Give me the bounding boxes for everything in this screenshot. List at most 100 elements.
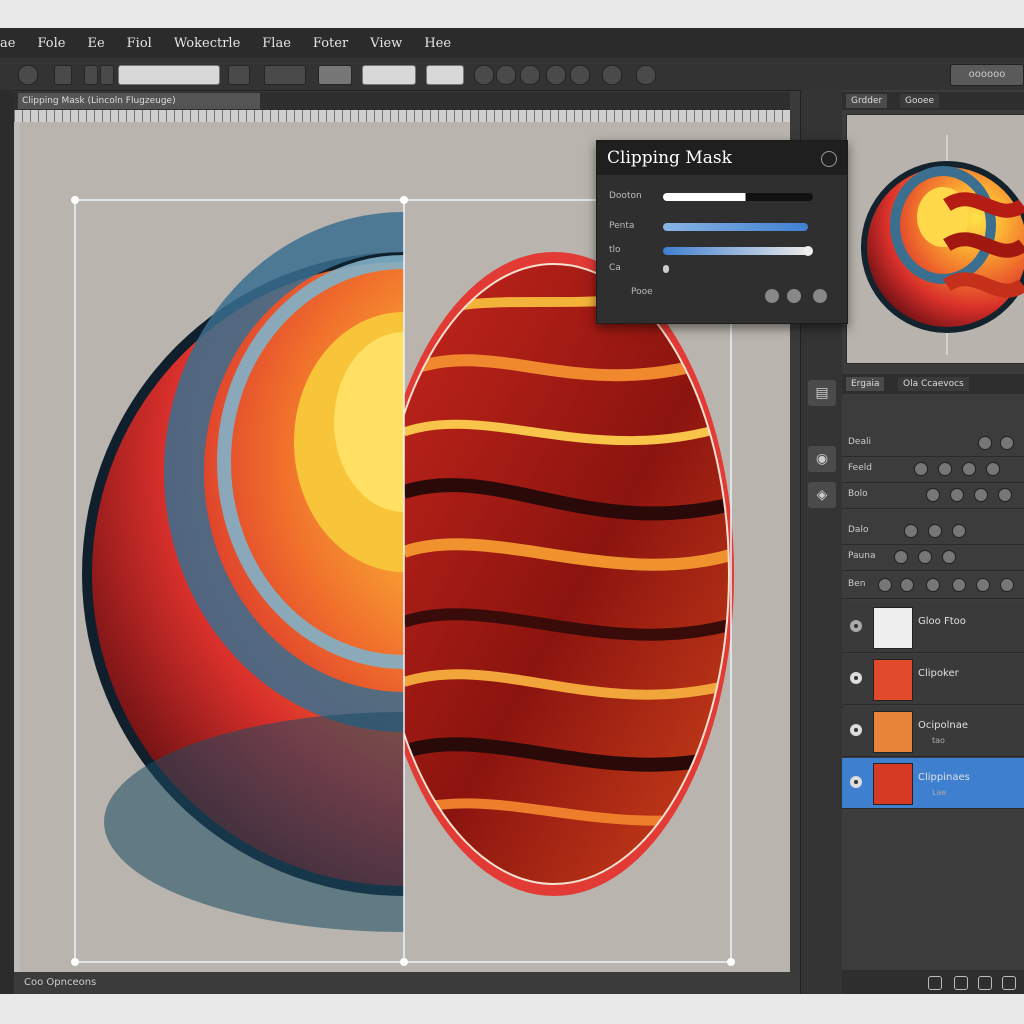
option-circle-7[interactable]: [636, 65, 656, 85]
layer-field-row: Feeld: [842, 456, 1024, 483]
opacity-option-icon[interactable]: [1000, 436, 1014, 450]
prop-icon-5c[interactable]: [942, 550, 956, 564]
option-circle-6[interactable]: [602, 65, 622, 85]
prop-icon-6b[interactable]: [900, 578, 914, 592]
layer-subtitle: Lae: [932, 788, 947, 797]
navigator-preview[interactable]: [846, 114, 1024, 364]
visibility-eye-icon[interactable]: [850, 672, 862, 684]
dialog-option-icon-2[interactable]: [787, 289, 801, 303]
menu-item-view[interactable]: View: [370, 36, 402, 51]
lock-image-icon[interactable]: [938, 462, 952, 476]
document-tab-bar: Clipping Mask (Lincoln Flugzeuge): [14, 92, 790, 110]
clipping-mask-dialog[interactable]: Clipping Mask Dooton Penta tlo Ca Pooe: [596, 140, 848, 324]
option-circle-3[interactable]: [520, 65, 540, 85]
prop-icon-6a[interactable]: [878, 578, 892, 592]
menu-item-4[interactable]: Fiol: [127, 36, 152, 51]
dialog-row-label-3: tlo: [609, 245, 621, 255]
visibility-eye-icon[interactable]: [850, 620, 862, 632]
option-field-2[interactable]: [362, 65, 416, 85]
option-circle-4[interactable]: [546, 65, 566, 85]
menu-item-6[interactable]: Flae: [262, 36, 291, 51]
option-button-1[interactable]: [54, 65, 72, 85]
menu-item-filter[interactable]: Foter: [313, 36, 348, 51]
add-style-icon[interactable]: [954, 976, 968, 990]
dialog-row-label-4: Ca: [609, 263, 621, 273]
tab-channels[interactable]: Ola Ccaevocs: [898, 377, 969, 391]
document-tab[interactable]: Clipping Mask (Lincoln Flugzeuge): [18, 93, 260, 109]
lock-transparent-icon[interactable]: [914, 462, 928, 476]
dock-adjust-icon[interactable]: ◉: [808, 446, 836, 472]
prop-icon-4b[interactable]: [928, 524, 942, 538]
option-button-3[interactable]: [100, 65, 114, 85]
options-bar: [0, 58, 1024, 91]
layer-thumbnail: [873, 607, 913, 649]
workspace-button[interactable]: oooooo: [950, 64, 1024, 86]
option-button-2[interactable]: [84, 65, 98, 85]
dialog-close-icon[interactable]: [821, 151, 837, 167]
prop-icon-4c[interactable]: [952, 524, 966, 538]
option-button-4[interactable]: [228, 65, 250, 85]
layer-row[interactable]: Clipoker: [842, 654, 1024, 705]
dialog-option-icon-1[interactable]: [765, 289, 779, 303]
dock-layers-icon[interactable]: ▤: [808, 380, 836, 406]
layer-thumbnail: [873, 763, 913, 805]
visibility-eye-icon[interactable]: [850, 776, 862, 788]
dialog-slider-2[interactable]: [663, 223, 808, 231]
dialog-option-icon-3[interactable]: [813, 289, 827, 303]
layers-panel-header: Ergaia Ola Ccaevocs: [842, 374, 1024, 394]
option-button-5[interactable]: [264, 65, 306, 85]
menu-item-help[interactable]: Hee: [424, 36, 451, 51]
tab-histogram[interactable]: Gooee: [900, 94, 940, 108]
prop-icon-4a[interactable]: [904, 524, 918, 538]
prop-icon-6c[interactable]: [926, 578, 940, 592]
fill-icon-3[interactable]: [974, 488, 988, 502]
navigator-tabs: Grdder Gooee: [842, 92, 1024, 110]
menu-item-file[interactable]: Fole: [37, 36, 65, 51]
layer-thumbnail: [873, 659, 913, 701]
lock-all-icon[interactable]: [986, 462, 1000, 476]
dialog-row-label-2: Penta: [609, 221, 635, 231]
prop-icon-6f[interactable]: [1000, 578, 1014, 592]
layer-row[interactable]: Gloo Ftoo: [842, 602, 1024, 653]
menu-item-workspace[interactable]: Wokectrle: [174, 36, 240, 51]
option-circle-5[interactable]: [570, 65, 590, 85]
prop-icon-6e[interactable]: [976, 578, 990, 592]
option-field-1[interactable]: [118, 65, 220, 85]
prop-icon-5a[interactable]: [894, 550, 908, 564]
prop-label-4: Dalo: [848, 525, 869, 535]
visibility-eye-icon[interactable]: [850, 724, 862, 736]
menu-item-edit[interactable]: Ee: [87, 36, 104, 51]
prop-icon-6d[interactable]: [952, 578, 966, 592]
tools-panel[interactable]: [0, 90, 14, 994]
delete-layer-icon[interactable]: [1002, 976, 1016, 990]
prop-icon-5b[interactable]: [918, 550, 932, 564]
dialog-slider-3[interactable]: [663, 247, 808, 255]
layer-name: Gloo Ftoo: [918, 616, 966, 627]
option-button-6[interactable]: [318, 65, 352, 85]
link-layers-icon[interactable]: [928, 976, 942, 990]
dialog-slider-1[interactable]: [663, 193, 813, 201]
fill-icon-1[interactable]: [926, 488, 940, 502]
layer-row-selected[interactable]: Clippinaes Lae: [842, 758, 1024, 809]
dock-styles-icon[interactable]: ◈: [808, 482, 836, 508]
fill-icon-4[interactable]: [998, 488, 1012, 502]
fill-icon-2[interactable]: [950, 488, 964, 502]
option-field-3[interactable]: [426, 65, 464, 85]
layer-thumbnail: [873, 711, 913, 753]
prop-label-6: Ben: [848, 579, 866, 589]
blend-option-icon[interactable]: [978, 436, 992, 450]
tab-layers[interactable]: Ergaia: [846, 377, 885, 391]
option-circle-2[interactable]: [496, 65, 516, 85]
option-circle-1[interactable]: [474, 65, 494, 85]
new-layer-icon[interactable]: [978, 976, 992, 990]
dialog-slider-4[interactable]: [663, 265, 669, 273]
blend-label: Deali: [848, 437, 871, 447]
tab-navigator[interactable]: Grdder: [846, 94, 888, 108]
dialog-slider-3-knob[interactable]: [803, 246, 813, 256]
layer-blend-row: Deali: [842, 430, 1024, 457]
layer-row[interactable]: Ocipolnae tao: [842, 706, 1024, 757]
menu-item-1[interactable]: ae: [0, 36, 15, 51]
layer-prop-row-5: Pauna: [842, 544, 1024, 571]
tool-preset-icon[interactable]: [18, 65, 38, 85]
lock-position-icon[interactable]: [962, 462, 976, 476]
